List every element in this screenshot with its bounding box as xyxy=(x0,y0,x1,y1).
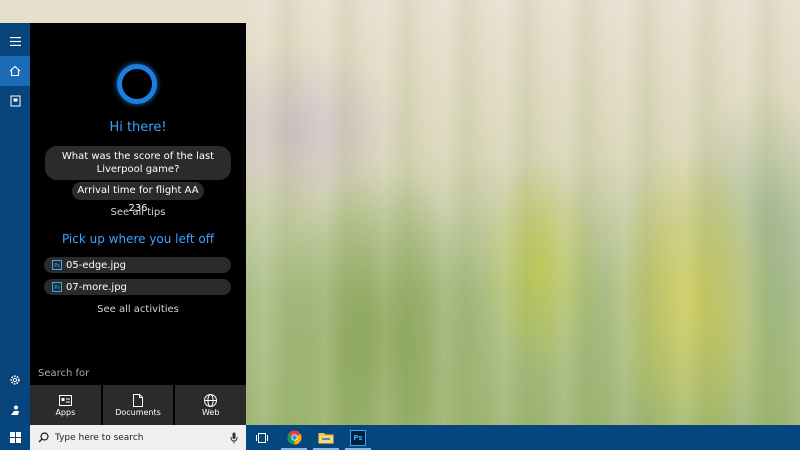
task-view-icon[interactable] xyxy=(246,425,278,450)
taskbar-search-box[interactable] xyxy=(30,425,246,450)
home-icon[interactable] xyxy=(0,56,30,86)
apps-filter-label: Apps xyxy=(55,408,76,417)
pickup-heading: Pick up where you left off xyxy=(61,232,215,246)
settings-icon[interactable] xyxy=(0,365,30,395)
desktop-wallpaper xyxy=(246,0,800,425)
cortana-panel: Hi there! What was the score of the last… xyxy=(30,23,247,425)
microphone-icon[interactable] xyxy=(230,432,238,444)
see-all-tips-link[interactable]: See all tips xyxy=(30,207,246,218)
web-filter-label: Web xyxy=(201,408,220,417)
search-icon xyxy=(38,432,49,443)
recent-file-name: 07-more.jpg xyxy=(66,281,127,293)
documents-filter-button[interactable]: Documents xyxy=(102,385,174,425)
chrome-icon[interactable] xyxy=(278,425,310,450)
taskbar: Ps xyxy=(0,425,800,450)
file-explorer-icon[interactable] xyxy=(310,425,342,450)
cortana-ring-icon xyxy=(117,64,157,104)
apps-icon xyxy=(58,393,72,408)
photoshop-icon: Ps xyxy=(52,282,62,292)
hamburger-menu-icon[interactable] xyxy=(0,26,30,56)
document-icon xyxy=(133,393,143,408)
tip-suggestion[interactable]: What was the score of the last Liverpool… xyxy=(45,146,231,180)
web-filter-button[interactable]: Web xyxy=(175,385,247,425)
globe-icon xyxy=(204,393,218,408)
documents-filter-label: Documents xyxy=(115,408,161,417)
photoshop-label: Ps xyxy=(350,429,366,446)
search-for-label: Search for xyxy=(38,368,90,379)
photoshop-icon: Ps xyxy=(52,260,62,270)
cortana-side-rail xyxy=(0,23,30,425)
tip-suggestion[interactable]: Arrival time for flight AA 236 xyxy=(72,182,204,214)
feedback-icon[interactable] xyxy=(0,395,30,425)
recent-file-name: 05-edge.jpg xyxy=(66,259,126,271)
notebook-icon[interactable] xyxy=(0,86,30,116)
windows-start-icon[interactable] xyxy=(0,425,30,450)
search-filter-tiles: Apps Documents Web xyxy=(30,385,247,425)
photoshop-icon[interactable]: Ps xyxy=(342,425,374,450)
see-all-activities-link[interactable]: See all activities xyxy=(30,304,246,315)
apps-filter-button[interactable]: Apps xyxy=(30,385,101,425)
greeting: Hi there! xyxy=(109,120,167,135)
recent-file-item[interactable]: Ps 07-more.jpg xyxy=(44,279,231,295)
search-input[interactable] xyxy=(55,432,215,443)
recent-file-item[interactable]: Ps 05-edge.jpg xyxy=(44,257,231,273)
